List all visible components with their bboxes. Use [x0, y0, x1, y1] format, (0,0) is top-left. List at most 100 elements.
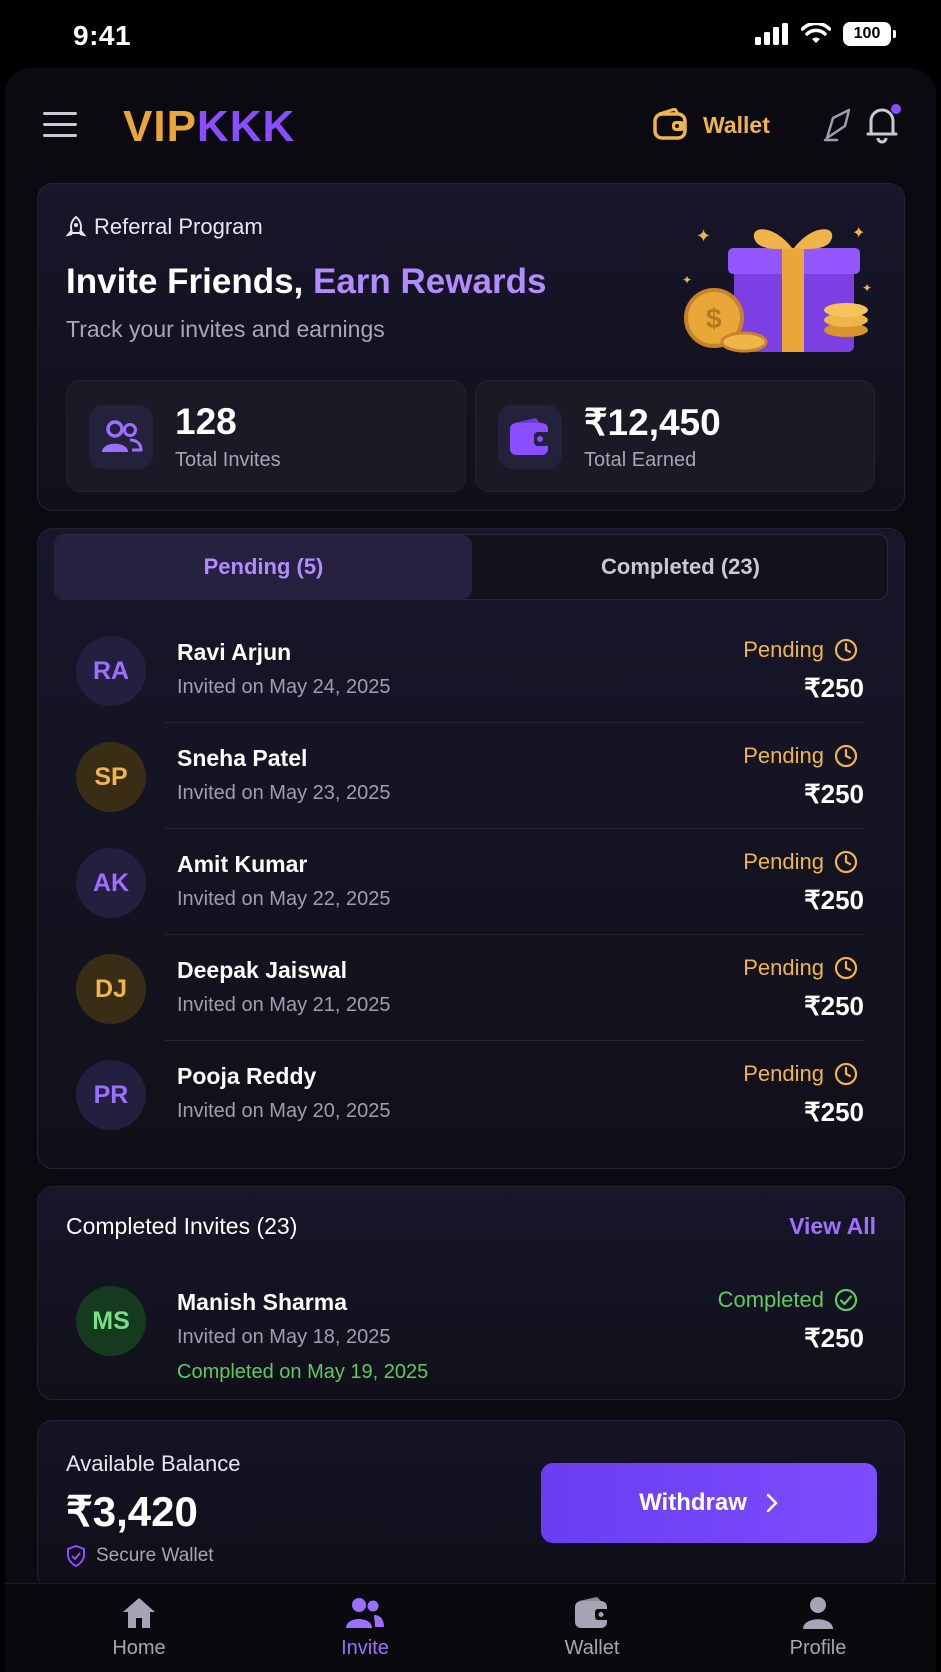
check-circle-icon: [834, 1288, 858, 1312]
reward-amount: ₹250: [804, 885, 864, 915]
list-item[interactable]: SP Sneha Patel Invited on May 23, 2025 P…: [54, 723, 888, 829]
tab-pending[interactable]: Pending (5): [55, 535, 472, 599]
total-earned-stat: ₹12,450 Total Earned: [475, 380, 875, 492]
wifi-icon: [801, 23, 831, 43]
status-badge: Pending: [743, 743, 858, 769]
referral-hero-card: Referral Program Invite Friends, Earn Re…: [37, 183, 905, 511]
reward-amount: ₹250: [804, 1323, 864, 1353]
avatar: RA: [76, 636, 146, 706]
wallet-link[interactable]: Wallet: [653, 108, 770, 142]
reward-amount: ₹250: [804, 673, 864, 703]
available-balance-label: Available Balance: [66, 1451, 241, 1476]
rocket-icon: [66, 216, 86, 237]
pending-invite-list: RA Ravi Arjun Invited on May 24, 2025 Pe…: [54, 617, 888, 1147]
list-item[interactable]: PR Pooja Reddy Invited on May 20, 2025 P…: [54, 1041, 888, 1147]
completed-date: Completed on May 19, 2025: [177, 1361, 429, 1383]
total-earned-value: ₹12,450: [584, 402, 721, 443]
avatar: AK: [76, 848, 146, 918]
svg-text:✦: ✦: [696, 226, 711, 246]
clock-icon: [834, 850, 858, 874]
gift-box-illustration: ✦ ✦ ✦ ✦ $: [682, 225, 872, 353]
status-badge: Pending: [743, 955, 858, 981]
invite-date: Invited on May 22, 2025: [177, 888, 391, 910]
status-badge: Pending: [743, 1061, 858, 1087]
status-bar: 9:41 100: [0, 0, 941, 70]
invitee-name: Amit Kumar: [177, 851, 308, 877]
app-logo: VIPKKK: [123, 102, 296, 151]
completed-invites-title: Completed Invites (23): [66, 1213, 298, 1239]
invitee-name: Manish Sharma: [177, 1289, 347, 1315]
avatar: PR: [76, 1060, 146, 1130]
app-screen: VIPKKK Wallet Referral Program Invite Fr…: [5, 68, 936, 1672]
clock-icon: [834, 1062, 858, 1086]
invite-tabs: Pending (5) Completed (23): [54, 534, 888, 600]
shield-check-icon: [67, 1545, 85, 1567]
avatar: DJ: [76, 954, 146, 1024]
available-balance-amount: ₹3,420: [66, 1488, 198, 1535]
invite-date: Invited on May 20, 2025: [177, 1100, 391, 1122]
status-time: 9:41: [73, 20, 132, 51]
menu-icon[interactable]: [43, 112, 77, 140]
svg-text:$: $: [706, 303, 722, 334]
invitee-name: Deepak Jaiswal: [177, 957, 348, 983]
total-invites-label: Total Invites: [175, 449, 281, 471]
secure-wallet-label: Secure Wallet: [66, 1545, 214, 1567]
clock-icon: [834, 638, 858, 662]
nav-profile[interactable]: Profile: [748, 1596, 888, 1660]
wallet-icon: [510, 418, 550, 455]
referral-program-label: Referral Program: [66, 214, 263, 240]
invitee-name: Pooja Reddy: [177, 1063, 317, 1089]
nav-wallet[interactable]: Wallet: [522, 1596, 662, 1660]
status-badge: Pending: [743, 849, 858, 875]
invitee-name: Ravi Arjun: [177, 639, 292, 665]
avatar: MS: [76, 1286, 146, 1356]
status-icons: 100: [755, 22, 896, 46]
status-badge: Pending: [743, 637, 858, 663]
clock-icon: [834, 744, 858, 768]
balance-card: Available Balance ₹3,420 Secure Wallet W…: [37, 1420, 905, 1590]
list-item[interactable]: DJ Deepak Jaiswal Invited on May 21, 202…: [54, 935, 888, 1041]
top-bar: VIPKKK Wallet: [5, 68, 936, 183]
list-item[interactable]: AK Amit Kumar Invited on May 22, 2025 Pe…: [54, 829, 888, 935]
hero-title: Invite Friends, Earn Rewards: [66, 262, 547, 301]
battery-indicator: 100: [843, 22, 896, 46]
list-item[interactable]: MS Manish Sharma Invited on May 18, 2025…: [54, 1267, 888, 1387]
status-badge: Completed: [718, 1287, 858, 1313]
invite-date: Invited on May 24, 2025: [177, 676, 391, 698]
svg-text:✦: ✦: [682, 273, 692, 287]
invite-date: Invited on May 18, 2025: [177, 1326, 391, 1348]
nav-invite[interactable]: Invite: [295, 1596, 435, 1660]
users-icon: [346, 1598, 384, 1628]
users-icon: [102, 420, 143, 452]
wallet-icon: [653, 108, 687, 140]
reward-amount: ₹250: [804, 991, 864, 1021]
invitee-name: Sneha Patel: [177, 745, 308, 771]
withdraw-button[interactable]: Withdraw: [541, 1463, 877, 1543]
notification-bell-icon[interactable]: [865, 104, 903, 144]
nav-home[interactable]: Home: [69, 1596, 209, 1660]
bottom-nav: Home Invite Wallet Profile: [5, 1583, 936, 1672]
invite-date: Invited on May 23, 2025: [177, 782, 391, 804]
total-earned-label: Total Earned: [584, 449, 697, 471]
avatar: SP: [76, 742, 146, 812]
view-all-link[interactable]: View All: [789, 1213, 876, 1240]
reward-amount: ₹250: [804, 1097, 864, 1127]
svg-text:✦: ✦: [862, 281, 872, 295]
wallet-icon: [575, 1597, 609, 1628]
total-invites-stat: 128 Total Invites: [66, 380, 466, 492]
clock-icon: [834, 956, 858, 980]
completed-invites-card: Completed Invites (23) View All MS Manis…: [37, 1186, 905, 1400]
announcement-icon[interactable]: [823, 108, 853, 142]
signal-icon: [755, 23, 788, 45]
invites-card: Pending (5) Completed (23) RA Ravi Arjun…: [37, 528, 905, 1169]
invite-date: Invited on May 21, 2025: [177, 994, 391, 1016]
chevron-right-icon: [766, 1493, 778, 1513]
total-invites-value: 128: [175, 401, 237, 442]
home-icon: [123, 1598, 155, 1628]
svg-text:✦: ✦: [852, 225, 865, 242]
reward-amount: ₹250: [804, 779, 864, 809]
tab-completed[interactable]: Completed (23): [472, 535, 887, 599]
list-item[interactable]: RA Ravi Arjun Invited on May 24, 2025 Pe…: [54, 617, 888, 723]
hero-subtitle: Track your invites and earnings: [66, 316, 385, 342]
person-icon: [803, 1597, 833, 1629]
